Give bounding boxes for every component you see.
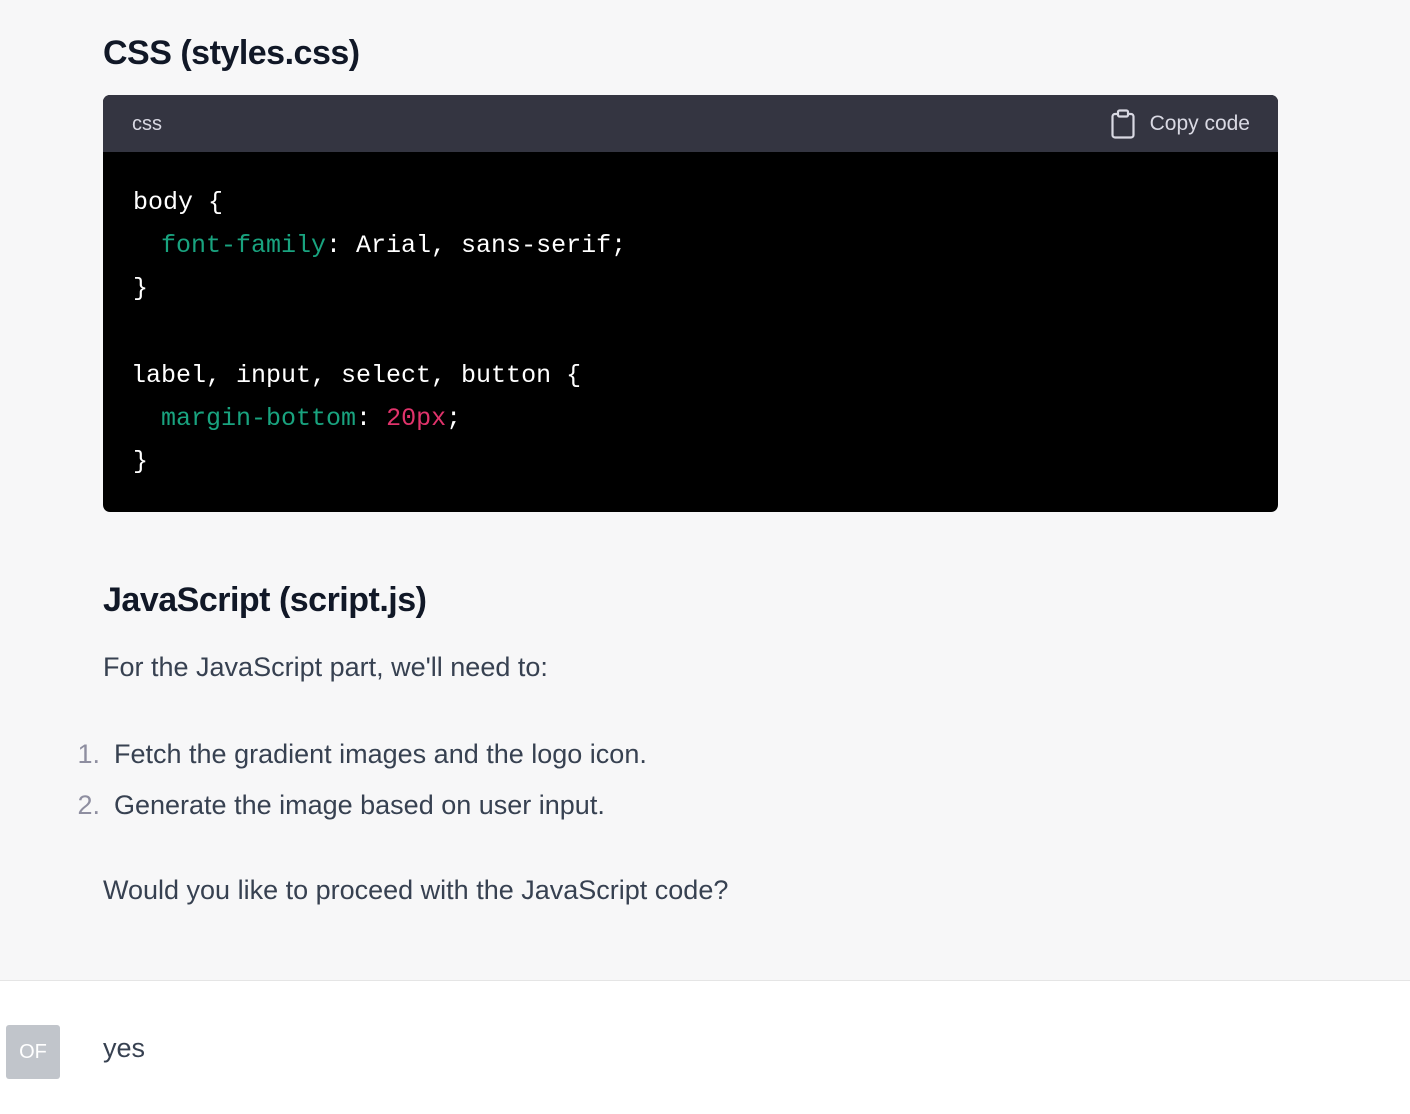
code-text: } <box>133 447 149 476</box>
css-property: font-family <box>161 231 327 260</box>
list-item-number: 2. <box>77 790 100 820</box>
code-text: : <box>356 404 387 433</box>
code-text: } <box>133 274 149 303</box>
list-item: 1. Fetch the gradient images and the log… <box>0 736 1300 772</box>
css-property: margin-bottom <box>161 404 357 433</box>
code-text: ; <box>446 404 462 433</box>
copy-code-label: Copy code <box>1149 111 1250 135</box>
avatar: OF <box>6 1025 60 1079</box>
js-section-heading: JavaScript (script.js) <box>103 581 427 619</box>
code-line: font-family: Arial, sans-serif; <box>161 231 626 261</box>
list-item-text: Fetch the gradient images and the logo i… <box>114 739 647 769</box>
code-body: body { font-family: Arial, sans-serif; }… <box>103 152 1278 512</box>
code-line: } <box>133 447 148 477</box>
code-line: margin-bottom: 20px; <box>161 404 461 434</box>
user-message-text: yes <box>103 1033 146 1063</box>
code-language-label: css <box>132 113 162 135</box>
intro-paragraph: For the JavaScript part, we'll need to: <box>103 652 548 682</box>
list-item-number: 1. <box>77 739 100 769</box>
question-paragraph: Would you like to proceed with the JavaS… <box>103 875 729 905</box>
code-text: body { <box>133 188 224 217</box>
clipboard-icon <box>1110 108 1136 139</box>
code-line: body { <box>133 188 223 218</box>
code-line: label, input, select, button { <box>131 361 581 391</box>
code-block-header: css Copy code <box>103 95 1278 152</box>
user-message: OF yes <box>0 981 1410 1114</box>
code-line: } <box>133 274 148 304</box>
list-item: 2. Generate the image based on user inpu… <box>0 787 1300 823</box>
copy-code-button[interactable]: Copy code <box>1110 107 1250 140</box>
assistant-message: CSS (styles.css) css Copy code body { fo… <box>0 0 1410 980</box>
code-text: label, input, select, button { <box>131 361 582 390</box>
list-item-text: Generate the image based on user input. <box>114 790 605 820</box>
css-section-heading: CSS (styles.css) <box>103 34 360 72</box>
code-text: : Arial, sans-serif; <box>326 231 627 260</box>
code-block: css Copy code body { font-family: Arial,… <box>103 95 1278 512</box>
css-number: 20px <box>386 404 447 433</box>
